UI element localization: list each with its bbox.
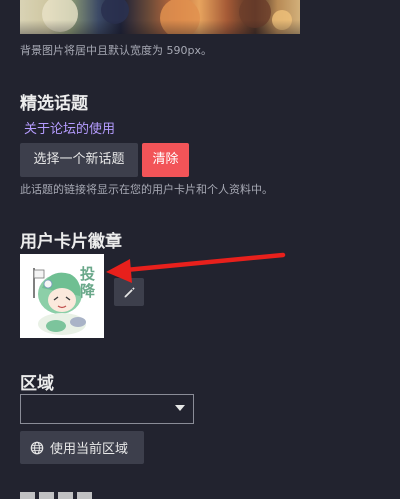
next-section-heading-cropped [20,492,100,499]
annotation-arrow [106,252,286,283]
use-current-location-label: 使用当前区域 [50,442,129,457]
use-current-location-button[interactable]: 使用当前区域 [20,431,144,464]
chevron-down-icon [175,405,185,411]
globe-icon [30,441,44,454]
preferences-page: 背景图片将居中且默认宽度为 590px。 精选话题 关于论坛的使用 选择一个新话… [0,0,400,499]
location-select[interactable] [20,394,194,424]
location-heading: 区域 [20,374,54,394]
